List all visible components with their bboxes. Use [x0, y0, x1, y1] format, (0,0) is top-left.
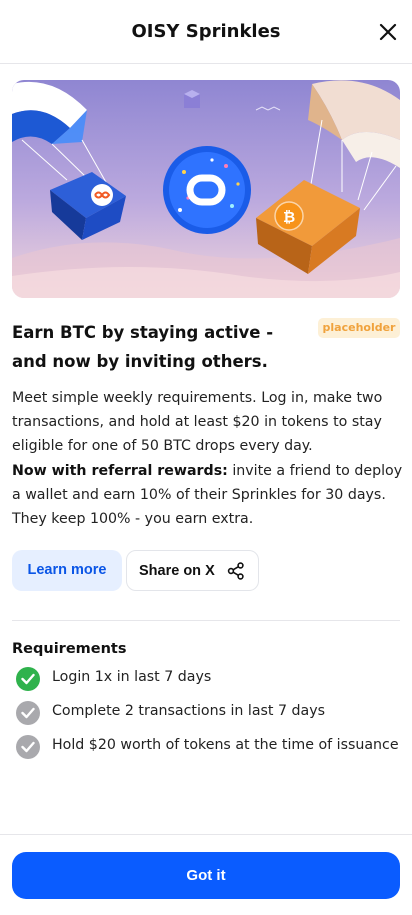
footer-divider — [0, 834, 412, 835]
check-circle-icon — [16, 735, 40, 759]
requirements-title: Requirements — [12, 641, 127, 657]
requirement-item: Hold $20 worth of tokens at the time of … — [16, 735, 406, 759]
svg-text:₿: ₿ — [283, 208, 295, 226]
requirement-item: Login 1x in last 7 days — [16, 667, 406, 691]
requirement-item: Complete 2 transactions in last 7 days — [16, 701, 406, 725]
description-intro: Meet simple weekly requirements. Log in,… — [12, 390, 383, 455]
requirement-label: Hold $20 worth of tokens at the time of … — [52, 737, 399, 753]
promo-headline: Earn BTC by staying active - and now by … — [12, 323, 274, 371]
close-icon[interactable] — [376, 20, 400, 44]
dialog-title: OISY Sprinkles — [131, 21, 281, 42]
section-divider — [12, 620, 400, 621]
check-circle-icon — [16, 667, 40, 691]
promo-description: Meet simple weekly requirements. Log in,… — [12, 386, 404, 531]
requirement-label: Complete 2 transactions in last 7 days — [52, 703, 326, 719]
referral-label: Now with referral rewards: — [12, 462, 228, 479]
learn-more-button[interactable]: Learn more — [12, 550, 122, 591]
share-icon — [227, 562, 244, 580]
share-button-label: Share on X — [139, 563, 215, 579]
dialog-header: OISY Sprinkles — [0, 0, 412, 64]
hero-illustration: ₿ — [12, 80, 400, 298]
check-circle-icon — [16, 701, 40, 725]
share-on-x-button[interactable]: Share on X — [126, 550, 259, 591]
got-it-button[interactable]: Got it — [12, 852, 400, 899]
requirement-label: Login 1x in last 7 days — [52, 669, 212, 685]
status-badge: placeholder — [318, 318, 400, 338]
